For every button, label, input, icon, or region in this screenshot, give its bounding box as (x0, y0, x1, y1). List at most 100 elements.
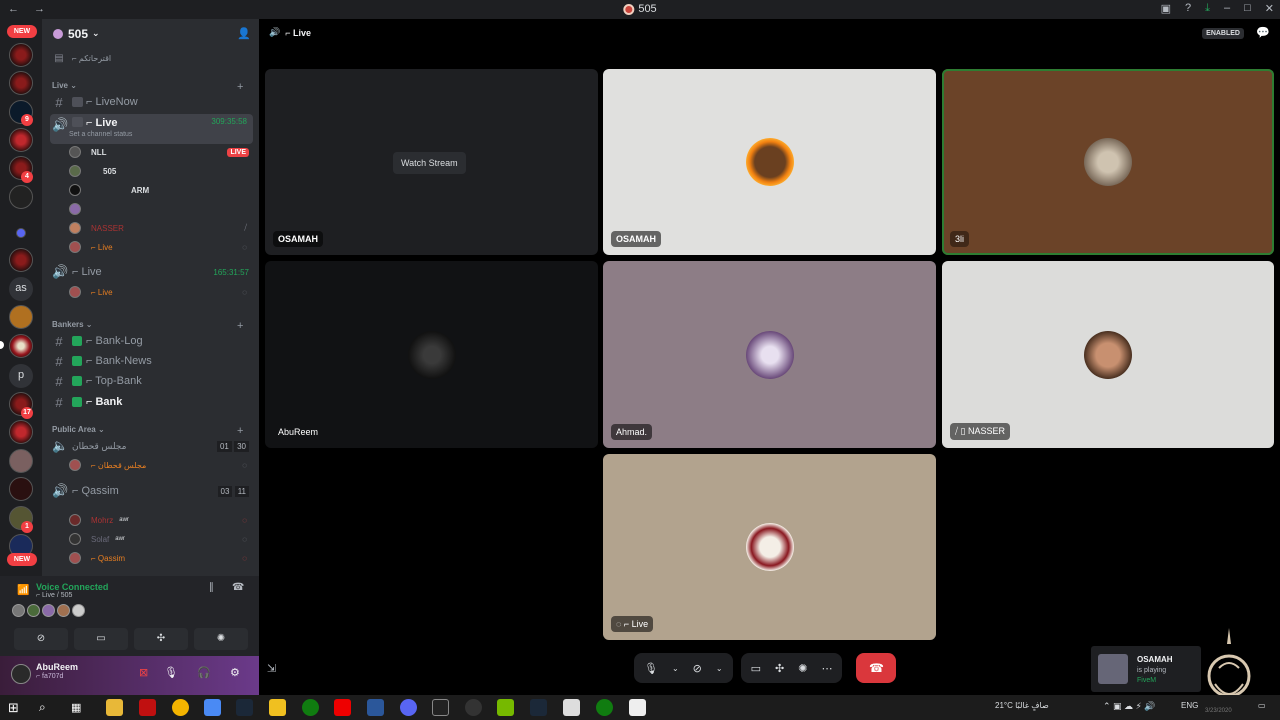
chat-icon[interactable]: 💬 (1256, 26, 1270, 39)
nvidia-icon[interactable] (497, 699, 514, 716)
voice-user[interactable]: ⌐ Qassim ◌ (69, 549, 253, 567)
chevron-down-icon[interactable]: ⌄ (716, 664, 723, 673)
terminal-icon[interactable] (432, 699, 449, 716)
search-icon[interactable]: ⌕ (39, 700, 56, 717)
voice-user[interactable]: ⌐ Live ◌ (69, 238, 253, 256)
app-icon[interactable] (629, 699, 646, 716)
channel-bank-log[interactable]: # ⌐ Bank-Log (42, 332, 259, 350)
file-explorer-icon[interactable] (106, 699, 123, 716)
start-icon[interactable]: ⊞ (8, 700, 25, 717)
server-icon[interactable] (9, 71, 33, 95)
server-icon[interactable] (9, 43, 33, 67)
camera-off-button[interactable]: ⊘ (14, 628, 68, 650)
weather-widget[interactable]: 21°C صافٍ غالبًا (995, 701, 1049, 710)
participant-tile[interactable]: ⧸ ▯ NASSER (942, 261, 1274, 448)
steam-icon[interactable] (465, 699, 482, 716)
participant-tile[interactable]: 3li (942, 69, 1274, 255)
add-channel-icon[interactable]: + (237, 425, 243, 437)
stream-tile[interactable]: Watch Stream OSAMAH (265, 69, 598, 255)
xbox-icon[interactable] (596, 699, 613, 716)
server-text-icon[interactable]: p (9, 364, 33, 388)
watch-stream-button[interactable]: Watch Stream (393, 152, 466, 174)
category-public-area[interactable]: Public Area ⌄ + (52, 425, 243, 437)
headphones-icon[interactable]: 🎧 (197, 666, 211, 679)
voice-user[interactable]: ⌐ مجلس قحطان ◌ (69, 456, 253, 474)
mic-icon[interactable]: 🎙 (164, 666, 178, 679)
camera-off-icon[interactable]: ⊘ (693, 662, 702, 675)
xbox-icon[interactable] (302, 699, 319, 716)
download-icon[interactable]: ⤓ (1205, 2, 1210, 15)
channel-top-bank[interactable]: # ⌐ Top-Bank (42, 372, 259, 390)
pop-out-icon[interactable]: ⇲ (267, 662, 276, 675)
server-icon[interactable] (9, 420, 33, 444)
channel-live-2[interactable]: 🔊 ⌐ Live 165:31:57 (42, 263, 259, 281)
taskbar-date[interactable]: 3/23/2020 (1205, 708, 1232, 714)
task-view-icon[interactable]: ▦ (71, 701, 88, 718)
participant-tile[interactable]: AbuReem (265, 261, 598, 448)
channel-majlis[interactable]: 🔈 مجلس قحطان 01 30 (42, 437, 259, 455)
nav-arrows[interactable]: ← → (8, 3, 51, 15)
help-icon[interactable]: ? (1185, 2, 1191, 15)
voice-user[interactable] (69, 200, 253, 218)
youtube-icon[interactable] (334, 699, 351, 716)
inbox-icon[interactable]: ▣ (1161, 2, 1171, 15)
add-channel-icon[interactable]: + (237, 81, 243, 93)
chevron-down-icon[interactable]: ⌄ (672, 664, 679, 673)
channel-status[interactable]: Set a channel status (69, 131, 132, 138)
user-name[interactable]: AbuReem (36, 662, 78, 672)
channel-bank[interactable]: # ⌐ Bank (42, 393, 259, 411)
server-icon[interactable] (9, 248, 33, 272)
participant-tile[interactable]: OSAMAH (603, 69, 936, 255)
server-icon[interactable] (9, 477, 33, 501)
channel-qassim[interactable]: 🔊 ⌐ Qassim 03 11 (42, 482, 259, 500)
guild-header[interactable]: 505 ⌄ 👤 (42, 19, 259, 48)
activity-notification[interactable]: OSAMAH is playing FiveM (1091, 646, 1201, 692)
channel-live-active[interactable]: 🔊 ⌐ Live Set a channel status 309:35:58 (50, 114, 253, 144)
voice-user[interactable]: 505 (69, 162, 253, 180)
notification-icon[interactable]: ▭ (1258, 701, 1266, 710)
participant-tile[interactable]: ◌ ⌐ Live (603, 454, 936, 640)
server-text-icon[interactable]: as (9, 277, 33, 301)
voice-user[interactable]: ⌐ Live ◌ (69, 283, 253, 301)
steam-icon[interactable] (236, 699, 253, 716)
activities-icon[interactable]: ✣ (775, 662, 784, 675)
avatar[interactable] (11, 664, 31, 684)
add-user-icon[interactable]: 👤 (237, 27, 251, 40)
voice-user[interactable]: Mohrz awr ◌ (69, 511, 253, 529)
disconnect-button[interactable]: ☎ (856, 653, 897, 683)
share-screen-button[interactable]: ▭ (74, 628, 128, 650)
server-icon-505[interactable] (9, 334, 33, 358)
share-screen-icon[interactable]: ▭ (751, 662, 761, 675)
folder-icon[interactable] (16, 228, 26, 238)
participant-tile[interactable]: Ahmad. (603, 261, 936, 448)
add-channel-icon[interactable]: + (237, 320, 243, 332)
word-icon[interactable] (367, 699, 384, 716)
minimize-icon[interactable]: – (1224, 2, 1230, 15)
close-icon[interactable]: ✕ (1265, 2, 1274, 15)
app-icon[interactable] (204, 699, 221, 716)
enabled-badge[interactable]: ENABLED (1202, 28, 1244, 39)
channel-suggestions[interactable]: ▤ ⌐ اقترحاتكم (42, 49, 259, 67)
maximize-icon[interactable]: □ (1244, 2, 1251, 15)
voice-status[interactable]: Voice Connected (36, 582, 108, 592)
noise-suppression-icon[interactable]: ∥ (209, 582, 214, 593)
camera-off-icon[interactable]: ⊠ (139, 666, 148, 679)
calendar-icon[interactable] (563, 699, 580, 716)
voice-user[interactable]: ARM (69, 181, 253, 199)
channel-bank-news[interactable]: # ⌐ Bank-News (42, 352, 259, 370)
server-icon[interactable] (9, 185, 33, 209)
mic-icon[interactable]: 🎙 (644, 662, 658, 675)
settings-gear-icon[interactable]: ⚙ (230, 666, 240, 679)
voice-user[interactable]: NLL LIVE (69, 143, 253, 161)
disconnect-icon[interactable]: ☎ (232, 582, 244, 593)
voice-user[interactable]: NASSER ⧸ (69, 219, 253, 237)
server-icon[interactable] (9, 449, 33, 473)
soundboard-icon[interactable]: ✺ (798, 662, 807, 675)
category-bankers[interactable]: Bankers ⌄ + (52, 320, 243, 332)
voice-user[interactable]: Solaf awr ◌ (69, 530, 253, 548)
voice-channel[interactable]: ⌐ Live / 505 (36, 592, 72, 599)
chrome-icon[interactable] (172, 699, 189, 716)
activities-button[interactable]: ✣ (134, 628, 188, 650)
more-icon[interactable]: ⋯ (821, 662, 832, 675)
discord-icon[interactable] (400, 699, 417, 716)
